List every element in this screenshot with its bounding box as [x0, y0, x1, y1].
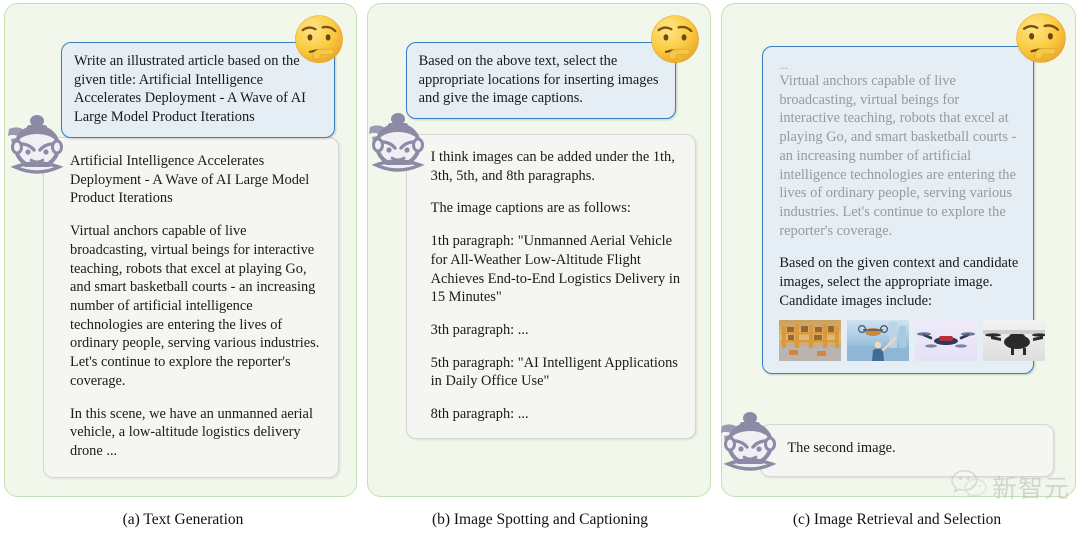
- bot-paragraph-5-b: 5th paragraph: "AI Intelligent Applicati…: [430, 354, 678, 390]
- user-context-text-c: Virtual anchors capable of live broadcas…: [779, 73, 1017, 239]
- context-ellipsis-c: ...: [779, 58, 789, 72]
- panel-image-retrieval-selection: ... Virtual anchors capable of live broa…: [721, 3, 1076, 497]
- bot-response-bubble-b[interactable]: I think images can be added under the 1t…: [405, 134, 696, 439]
- user-message-bubble-c[interactable]: ... Virtual anchors capable of live broa…: [762, 46, 1046, 374]
- bot-paragraph-1-b: I think images can be added under the 1t…: [430, 149, 675, 184]
- candidate-image-4[interactable]: [983, 319, 1046, 361]
- user-message-bubble-a[interactable]: Write an illustrated article based on th…: [61, 42, 335, 138]
- bot-paragraph-body-a: Virtual anchors capable of live broadcas…: [70, 223, 320, 389]
- assistant-avatar-icon: [1, 111, 73, 183]
- bot-paragraph-6-b: 8th paragraph: ...: [430, 406, 529, 423]
- bot-response-bubble-a[interactable]: Artificial Intelligence Accelerates Depl…: [43, 137, 339, 478]
- figure-root: Write an illustrated article based on th…: [0, 0, 1080, 537]
- panels-row: Write an illustrated article based on th…: [0, 0, 1080, 497]
- caption-panel-b: (b) Image Spotting and Captioning: [431, 511, 649, 528]
- user-message-bubble-b[interactable]: Based on the above text, select the appr…: [405, 42, 676, 120]
- assistant-avatar-icon: [362, 109, 434, 181]
- bot-response-bubble-c[interactable]: The second image.: [760, 424, 1055, 477]
- user-message-text-b: Based on the above text, select the appr…: [418, 53, 659, 107]
- bot-paragraph-tail-a: In this scene, we have an unmanned aeria…: [70, 405, 313, 460]
- caption-panel-c: (c) Image Retrieval and Selection: [792, 511, 1002, 528]
- panel-captions: (a) Text Generation (b) Image Spotting a…: [0, 505, 1080, 535]
- candidate-image-2[interactable]: [847, 319, 910, 361]
- panel-image-spotting-captioning: Based on the above text, select the appr…: [366, 3, 712, 497]
- bot-paragraph-3-b: 1th paragraph: "Unmanned Aerial Vehicle …: [430, 233, 681, 306]
- bot-paragraph-2-b: The image captions are as follows:: [430, 200, 631, 217]
- bot-paragraph-title-a: Artificial Intelligence Accelerates Depl…: [70, 153, 310, 207]
- candidate-images-strip: [779, 319, 1046, 361]
- candidate-image-3[interactable]: [915, 319, 978, 361]
- user-message-text-a: Write an illustrated article based on th…: [74, 53, 306, 126]
- assistant-avatar-icon: [714, 408, 786, 480]
- caption-panel-a: (a) Text Generation: [122, 511, 244, 528]
- bot-paragraph-4-b: 3th paragraph: ...: [430, 322, 529, 339]
- panel-text-generation: Write an illustrated article based on th…: [4, 3, 357, 497]
- candidate-image-1[interactable]: [779, 319, 842, 361]
- user-message-text-c: Based on the given context and candidate…: [779, 255, 1019, 309]
- bot-answer-text-c: The second image.: [787, 440, 896, 456]
